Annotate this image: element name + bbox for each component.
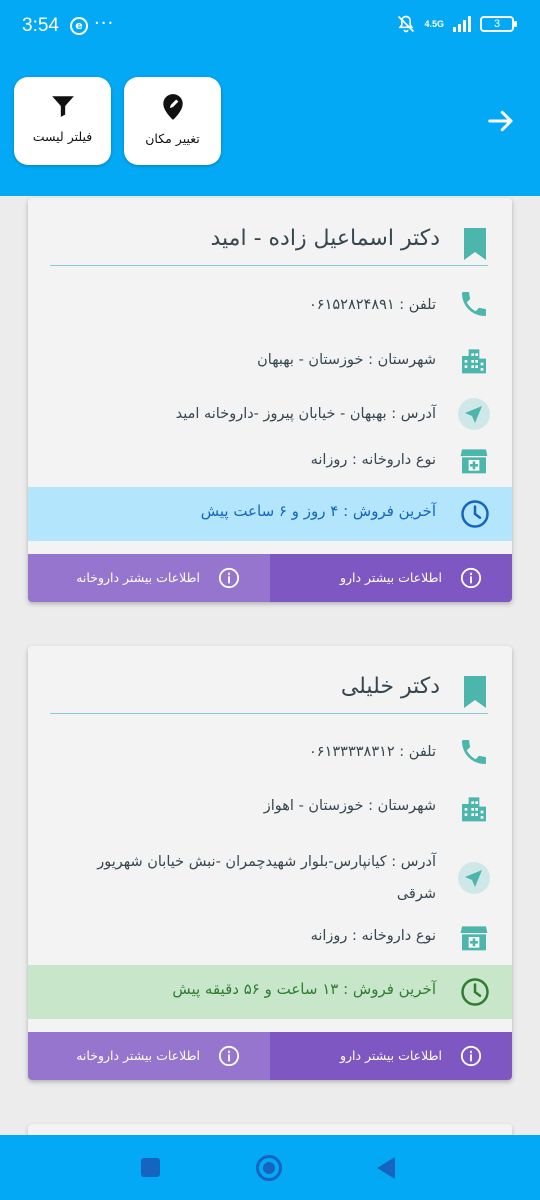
info-icon	[460, 1045, 482, 1067]
network-type: 4.5G	[424, 18, 444, 29]
more-drug-info-label: اطلاعات بیشتر دارو	[339, 1048, 442, 1063]
app-notification-icon: e	[70, 17, 88, 35]
address-text: آدرس : کیانپارس-بلوار شهیدچمران -نبش خیا…	[97, 854, 436, 902]
more-pharmacy-info-label: اطلاعات بیشتر داروخانه	[76, 1048, 200, 1063]
status-bar: 3:54 e ··· 4.5G 3	[0, 0, 540, 50]
last-sale-text: آخرین فروش : ۱۳ ساعت و ۵۶ دقیقه پیش	[172, 980, 436, 998]
location-pin-icon	[162, 94, 183, 120]
more-pharmacy-info-label: اطلاعات بیشتر داروخانه	[76, 570, 200, 585]
phone-text[interactable]: تلفن : ۰۶۱۵۲۸۲۴۸۹۱	[106, 289, 436, 321]
city-text: شهرستان : خوزستان - بهبهان	[257, 352, 436, 368]
back-arrow-icon[interactable]	[486, 106, 516, 136]
bookmark-icon[interactable]	[464, 676, 486, 708]
city-icon	[462, 797, 486, 822]
last-sale-bar: آخرین فروش : ۱۳ ساعت و ۵۶ دقیقه پیش	[28, 965, 512, 1019]
filter-list-button[interactable]: فیلتر لیست	[14, 77, 111, 165]
address-text: آدرس : بهبهان - خیابان پیروز -داروخانه ا…	[175, 406, 436, 422]
pharmacy-name: دکتر خلیلی	[340, 674, 440, 699]
pharmacy-type-text: نوع داروخانه : روزانه	[310, 928, 436, 944]
send-icon[interactable]	[458, 862, 490, 894]
nav-back-icon[interactable]	[375, 1156, 397, 1180]
signal-icon	[453, 16, 471, 32]
card-footer: اطلاعات بیشتر داروخانه اطلاعات بیشتر دار…	[28, 1032, 512, 1080]
more-drug-info-button[interactable]: اطلاعات بیشتر دارو	[270, 1032, 512, 1080]
title-divider	[50, 265, 488, 266]
pharmacy-card[interactable]: دکتر خلیلی تلفن : ۰۶۱۳۳۳۳۸۳۱۲ شهرستان : …	[28, 646, 512, 1080]
clock-icon	[461, 978, 489, 1006]
store-icon	[460, 926, 488, 951]
clock-icon	[461, 500, 489, 528]
filter-list-label: فیلتر لیست	[32, 129, 93, 144]
system-nav-bar	[0, 1135, 540, 1200]
pharmacy-type-text: نوع داروخانه : روزانه	[310, 452, 436, 468]
pharmacy-name: دکتر اسماعیل زاده - امید	[210, 226, 441, 251]
change-location-label: تغییر مکان	[145, 131, 200, 146]
more-drug-info-button[interactable]: اطلاعات بیشتر دارو	[270, 554, 512, 602]
recent-apps-icon[interactable]	[141, 1158, 160, 1177]
send-icon[interactable]	[458, 398, 490, 430]
bookmark-icon[interactable]	[464, 228, 486, 260]
city-icon	[462, 349, 486, 374]
more-pharmacy-info-button[interactable]: اطلاعات بیشتر داروخانه	[28, 1032, 270, 1080]
more-pharmacy-info-button[interactable]: اطلاعات بیشتر داروخانه	[28, 554, 270, 602]
info-icon	[218, 1045, 240, 1067]
filter-icon	[51, 96, 74, 117]
status-time: 3:54	[22, 15, 59, 36]
title-divider	[50, 713, 488, 714]
more-notifications-icon: ···	[94, 13, 115, 34]
mute-icon	[398, 15, 415, 33]
info-icon	[460, 567, 482, 589]
change-location-button[interactable]: تغییر مکان	[124, 77, 221, 165]
app-header: فیلتر لیست تغییر مکان	[0, 50, 540, 196]
status-right-icons: 4.5G 3	[396, 14, 517, 34]
phone-icon[interactable]	[458, 288, 490, 320]
more-drug-info-label: اطلاعات بیشتر دارو	[339, 570, 442, 585]
store-icon	[460, 449, 488, 474]
home-icon[interactable]	[256, 1155, 282, 1181]
last-sale-text: آخرین فروش : ۴ روز و ۶ ساعت پیش	[200, 502, 436, 520]
phone-icon[interactable]	[458, 736, 490, 768]
pharmacy-card[interactable]: دکتر اسماعیل زاده - امید تلفن : ۰۶۱۵۲۸۲۴…	[28, 198, 512, 602]
phone-text[interactable]: تلفن : ۰۶۱۳۳۳۳۸۳۱۲	[106, 736, 436, 768]
battery-icon: 3	[480, 16, 517, 32]
last-sale-bar: آخرین فروش : ۴ روز و ۶ ساعت پیش	[28, 487, 512, 541]
info-icon	[218, 567, 240, 589]
card-footer: اطلاعات بیشتر داروخانه اطلاعات بیشتر دار…	[28, 554, 512, 602]
city-text: شهرستان : خوزستان - اهواز	[263, 798, 436, 814]
